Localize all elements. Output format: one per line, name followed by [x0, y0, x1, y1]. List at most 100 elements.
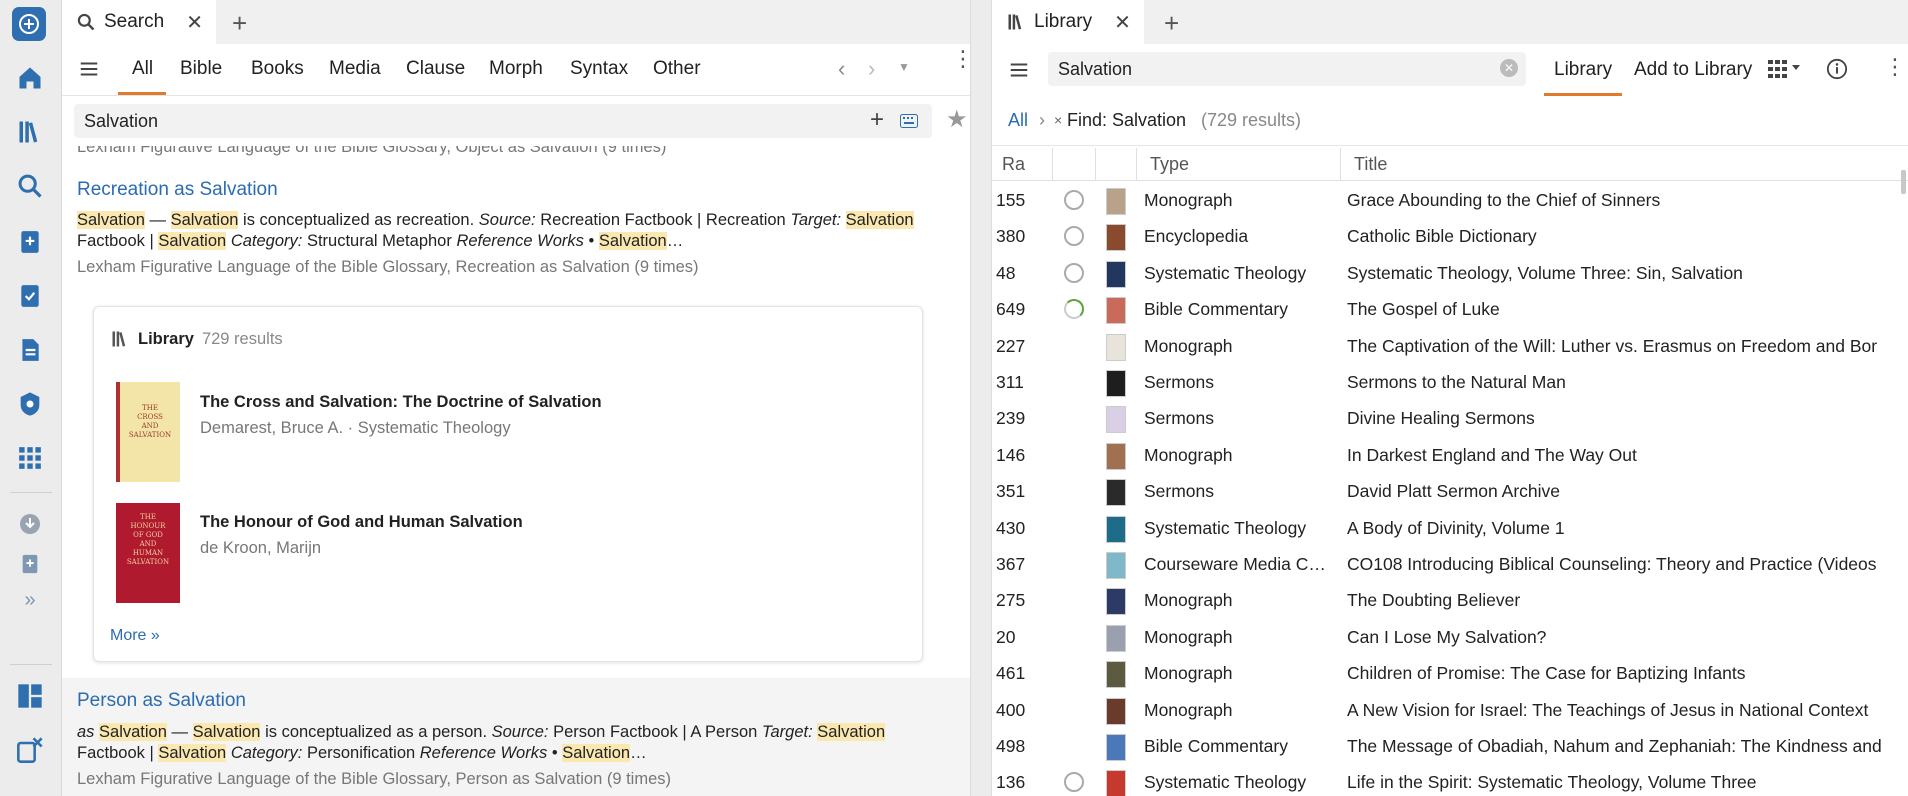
- book-thumbnail[interactable]: [1106, 697, 1126, 725]
- close-panels-icon[interactable]: [14, 734, 46, 766]
- new-tab-icon[interactable]: +: [232, 8, 247, 39]
- layouts-icon[interactable]: [14, 680, 46, 712]
- menu-icon[interactable]: [1008, 59, 1030, 81]
- book-title[interactable]: The Honour of God and Human Salvation: [200, 513, 523, 532]
- table-row[interactable]: 136 Systematic Theology Life in the Spirit…: [992, 764, 1908, 796]
- book-thumbnail[interactable]: [1106, 661, 1126, 689]
- breadcrumb-all[interactable]: All: [1008, 110, 1028, 131]
- book-thumbnail[interactable]: [1106, 333, 1126, 361]
- apps-grid-icon[interactable]: [14, 442, 46, 474]
- book-thumbnail[interactable]: [1106, 770, 1126, 796]
- tab-bible[interactable]: Bible: [180, 58, 222, 80]
- search-icon[interactable]: [14, 170, 46, 202]
- library-query[interactable]: Salvation: [1058, 59, 1132, 80]
- table-row[interactable]: 275 Monograph The Doubting Believer: [992, 582, 1908, 619]
- result-title[interactable]: Recreation as Salvation: [77, 179, 278, 201]
- scrollbar[interactable]: [1901, 170, 1906, 194]
- book-thumbnail[interactable]: [1106, 297, 1126, 325]
- favorite-star-icon[interactable]: ★: [946, 105, 968, 134]
- remove-filter-icon[interactable]: ×: [1054, 112, 1062, 128]
- new-tab-icon[interactable]: +: [1164, 8, 1179, 39]
- title-cell[interactable]: The Captivation of the Will: Luther vs. …: [1347, 336, 1908, 357]
- more-options-icon[interactable]: ⋮: [952, 48, 974, 70]
- title-cell[interactable]: CO108 Introducing Biblical Counseling: T…: [1347, 554, 1908, 575]
- library-button[interactable]: Library: [1554, 59, 1612, 81]
- book-thumbnail[interactable]: [1106, 406, 1126, 434]
- history-dropdown-icon[interactable]: ▼: [898, 60, 910, 74]
- book-thumbnail[interactable]: [1106, 188, 1126, 215]
- title-cell[interactable]: Grace Abounding to the Chief of Sinners: [1347, 190, 1908, 211]
- forward-icon[interactable]: ›: [868, 56, 875, 82]
- table-row[interactable]: 239 Sermons Divine Healing Sermons: [992, 400, 1908, 437]
- expand-rail-icon[interactable]: »: [14, 584, 46, 616]
- sync-icon[interactable]: [14, 548, 46, 580]
- close-tab-icon[interactable]: ✕: [1114, 10, 1131, 35]
- title-cell[interactable]: Systematic Theology, Volume Three: Sin, …: [1347, 263, 1908, 284]
- book-thumbnail[interactable]: [1106, 515, 1126, 543]
- table-row[interactable]: 461 Monograph Children of Promise: The Cas…: [992, 655, 1908, 692]
- table-row[interactable]: 430 Systematic Theology A Body of Divinity…: [992, 510, 1908, 547]
- home-icon[interactable]: [14, 62, 46, 94]
- tab-library[interactable]: Library ✕: [992, 0, 1144, 44]
- title-cell[interactable]: A Body of Divinity, Volume 1: [1347, 518, 1908, 539]
- app-logo-icon[interactable]: [12, 7, 46, 41]
- column-divider[interactable]: [1340, 148, 1341, 181]
- table-row[interactable]: 380 Encyclopedia Catholic Bible Dictionary: [992, 218, 1908, 255]
- tab-search[interactable]: Search ✕: [62, 0, 216, 44]
- tab-syntax[interactable]: Syntax: [570, 58, 628, 80]
- book-thumbnail[interactable]: [1106, 552, 1126, 579]
- checklist-icon[interactable]: [14, 280, 46, 312]
- book-thumbnail[interactable]: [1106, 370, 1126, 397]
- title-cell[interactable]: Children of Promise: The Case for Baptiz…: [1347, 663, 1908, 684]
- close-tab-icon[interactable]: ✕: [186, 10, 203, 35]
- keyboard-icon[interactable]: [900, 114, 918, 128]
- table-row[interactable]: 649 Bible Commentary The Gospel of Luke: [992, 291, 1908, 328]
- guide-icon[interactable]: [14, 388, 46, 420]
- add-term-icon[interactable]: +: [870, 106, 884, 134]
- clear-search-icon[interactable]: ✕: [1500, 59, 1518, 77]
- view-options-icon[interactable]: [1768, 58, 1806, 80]
- title-cell[interactable]: Can I Lose My Salvation?: [1347, 627, 1908, 648]
- title-cell[interactable]: The Doubting Believer: [1347, 590, 1908, 611]
- notes-add-icon[interactable]: [14, 226, 46, 258]
- tab-all[interactable]: All: [132, 58, 153, 80]
- result-title[interactable]: Person as Salvation: [77, 690, 246, 712]
- column-divider[interactable]: [1095, 148, 1096, 181]
- column-type[interactable]: Type: [1150, 154, 1189, 175]
- table-row[interactable]: 227 Monograph The Captivation of the Will:…: [992, 328, 1908, 365]
- title-cell[interactable]: The Message of Obadiah, Nahum and Zephan…: [1347, 736, 1908, 757]
- column-divider[interactable]: [1052, 148, 1053, 181]
- tab-morph[interactable]: Morph: [489, 58, 543, 80]
- book-thumbnail[interactable]: [1106, 588, 1126, 616]
- table-row[interactable]: 311 Sermons Sermons to the Natural Man: [992, 364, 1908, 401]
- table-row[interactable]: 20 Monograph Can I Lose My Salvation?: [992, 619, 1908, 656]
- unread-status-icon[interactable]: [1064, 190, 1084, 210]
- table-row[interactable]: 367 Courseware Media C… CO108 Introducing …: [992, 546, 1908, 583]
- title-cell[interactable]: The Gospel of Luke: [1347, 299, 1908, 320]
- book-thumbnail[interactable]: [1106, 624, 1126, 652]
- book-thumbnail[interactable]: [1106, 734, 1126, 761]
- title-cell[interactable]: Catholic Bible Dictionary: [1347, 226, 1908, 247]
- unread-status-icon[interactable]: [1064, 262, 1084, 283]
- unread-status-icon[interactable]: [1064, 226, 1084, 247]
- tab-clause[interactable]: Clause: [406, 58, 465, 80]
- book-title[interactable]: The Cross and Salvation: The Doctrine of…: [200, 393, 602, 412]
- tab-other[interactable]: Other: [653, 58, 701, 80]
- title-cell[interactable]: In Darkest England and The Way Out: [1347, 445, 1908, 466]
- add-to-library-button[interactable]: Add to Library: [1634, 59, 1752, 81]
- table-row[interactable]: 351 Sermons David Platt Sermon Archive: [992, 473, 1908, 510]
- back-icon[interactable]: ‹: [838, 56, 845, 82]
- table-row[interactable]: 155 Monograph Grace Abounding to the Chief…: [992, 182, 1908, 219]
- search-input[interactable]: Salvation +: [74, 104, 932, 138]
- table-row[interactable]: 146 Monograph In Darkest England and The W…: [992, 437, 1908, 474]
- unread-status-icon[interactable]: [1064, 772, 1084, 793]
- book-thumbnail[interactable]: [1106, 260, 1126, 288]
- search-query[interactable]: Salvation: [84, 111, 158, 132]
- breadcrumb-find[interactable]: Find: Salvation: [1067, 110, 1186, 131]
- title-cell[interactable]: Sermons to the Natural Man: [1347, 372, 1908, 393]
- menu-icon[interactable]: [78, 58, 100, 80]
- title-cell[interactable]: Divine Healing Sermons: [1347, 408, 1908, 429]
- column-title[interactable]: Title: [1354, 154, 1387, 175]
- download-icon[interactable]: [14, 508, 46, 540]
- book-cover[interactable]: THE CROSS AND SALVATION: [116, 382, 180, 482]
